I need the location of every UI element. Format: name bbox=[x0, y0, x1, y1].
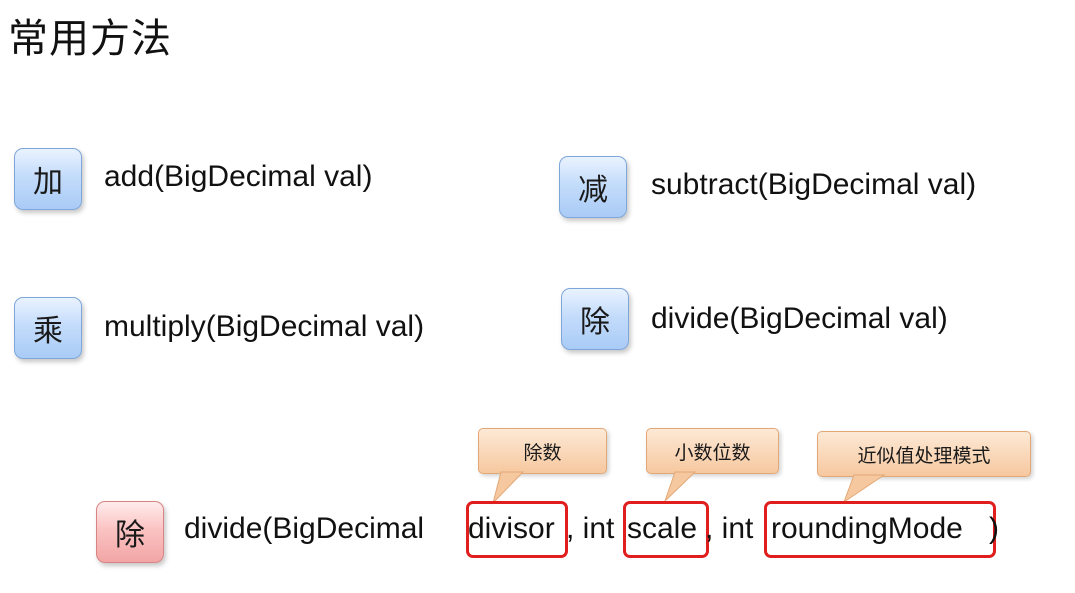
callout-divisor-label: 除数 bbox=[523, 441, 562, 464]
multiply-method: multiply(BigDecimal val) bbox=[104, 310, 425, 343]
divide-full-sep2: , int bbox=[705, 512, 754, 545]
divide-full-badge: 除 bbox=[96, 501, 164, 563]
divide-badge: 除 bbox=[561, 288, 629, 350]
divide-full-sep1: , int bbox=[566, 512, 615, 545]
add-method: add(BigDecimal val) bbox=[104, 160, 373, 193]
callout-scale-label: 小数位数 bbox=[674, 441, 751, 464]
multiply-badge: 乘 bbox=[14, 297, 82, 359]
callout-rounding: 近似值处理模式 bbox=[817, 431, 1031, 504]
param-scale: scale bbox=[627, 512, 698, 545]
param-roundingmode: roundingMode bbox=[771, 512, 963, 545]
callout-rounding-pointer bbox=[842, 474, 886, 504]
subtract-badge: 减 bbox=[559, 156, 627, 218]
subtract-method: subtract(BigDecimal val) bbox=[651, 168, 977, 201]
callout-rounding-label: 近似值处理模式 bbox=[857, 444, 991, 467]
callout-divisor: 除数 bbox=[478, 428, 607, 505]
divide-full-suffix: ) bbox=[989, 512, 999, 545]
divide-full-prefix: divide(BigDecimal bbox=[184, 512, 425, 545]
param-divisor: divisor bbox=[468, 512, 555, 545]
add-badge: 加 bbox=[14, 148, 82, 210]
callout-scale-pointer bbox=[664, 471, 697, 502]
page-title: 常用方法 bbox=[8, 16, 172, 62]
divide-method: divide(BigDecimal val) bbox=[651, 302, 948, 335]
callout-divisor-pointer bbox=[492, 471, 525, 505]
callout-scale: 小数位数 bbox=[646, 428, 779, 502]
